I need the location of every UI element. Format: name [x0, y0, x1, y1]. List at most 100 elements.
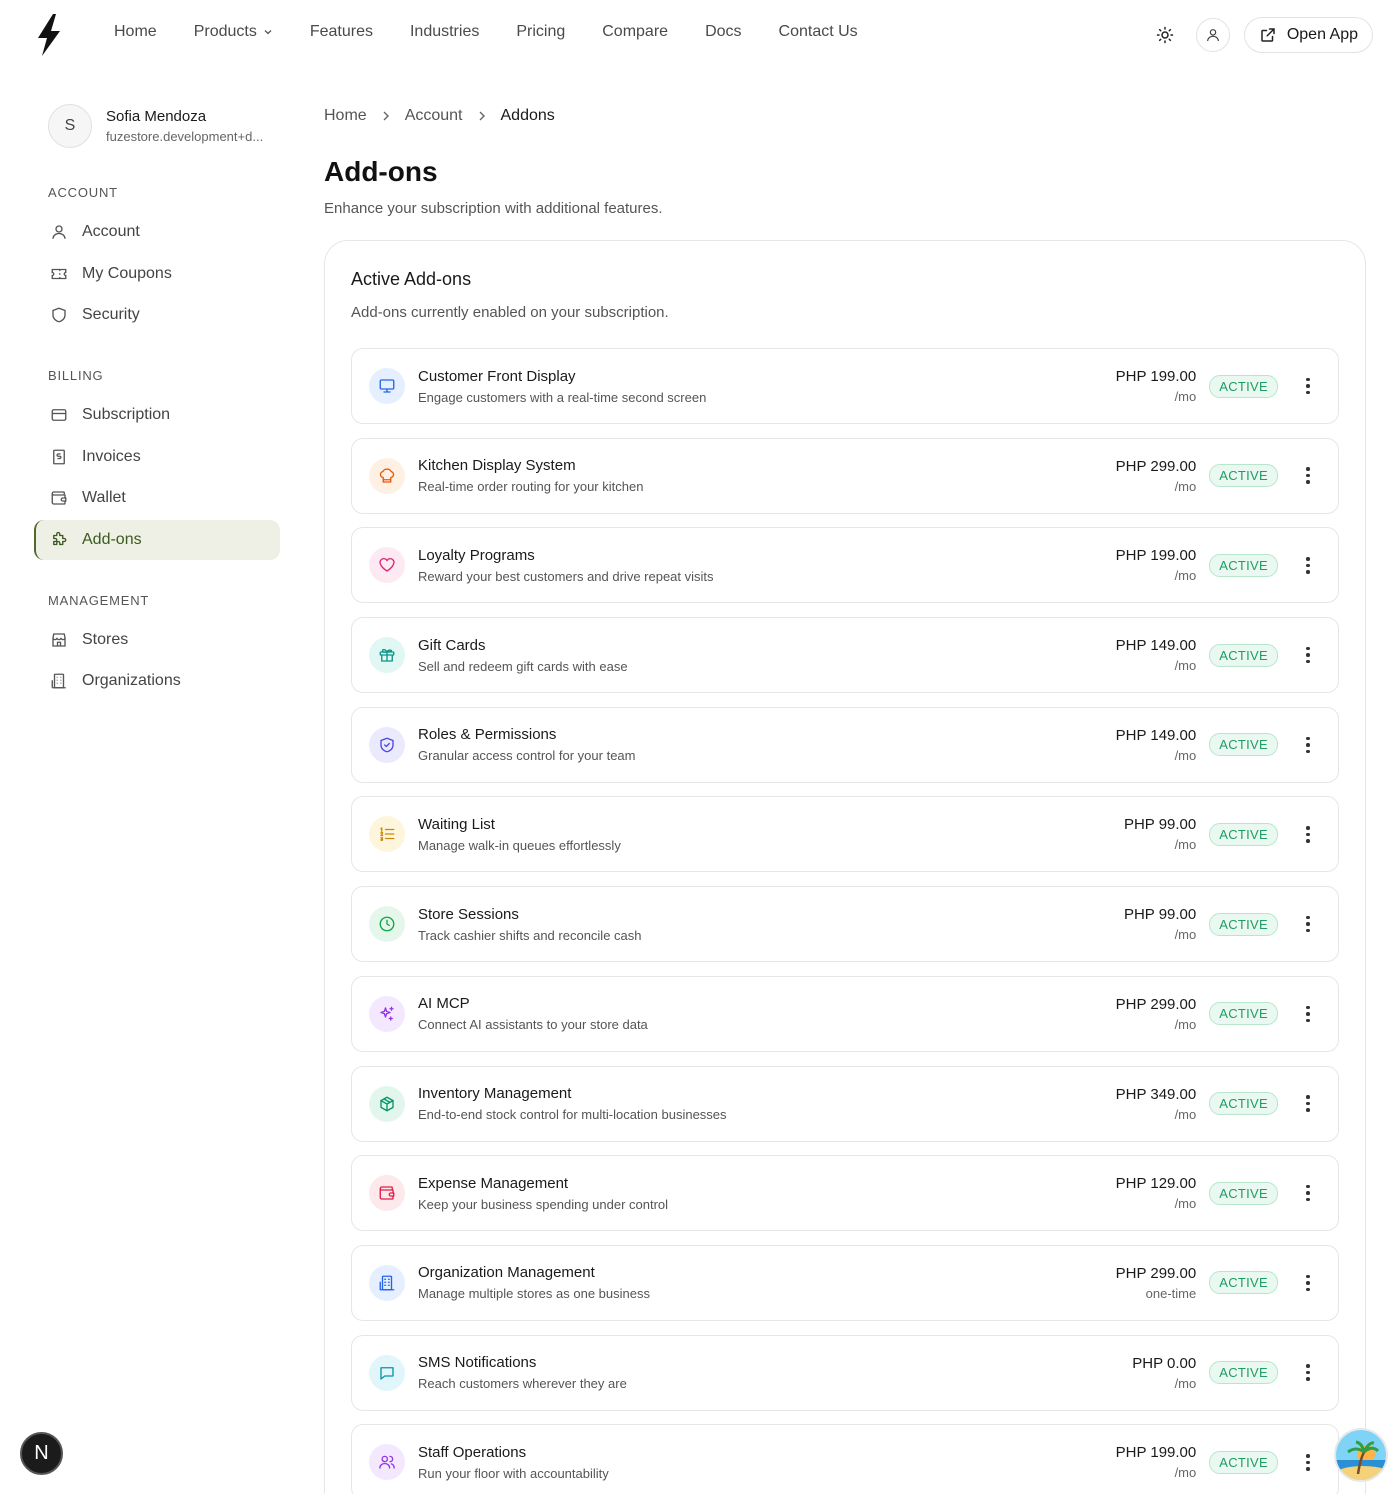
more-options-icon[interactable] [1298, 1181, 1318, 1205]
addon-row: Expense Management Keep your business sp… [351, 1155, 1339, 1232]
more-options-icon[interactable] [1298, 1271, 1318, 1295]
theme-toggle-button[interactable] [1148, 18, 1182, 52]
nav-link-industries[interactable]: Industries [410, 23, 479, 41]
more-options-icon[interactable] [1298, 1361, 1318, 1385]
nav-link-home[interactable]: Home [114, 23, 157, 41]
addon-name: SMS Notifications [418, 1354, 537, 1372]
more-options-icon[interactable] [1298, 1450, 1318, 1474]
more-options-icon[interactable] [1298, 1092, 1318, 1116]
profile-name: Sofia Mendoza [106, 108, 207, 125]
addon-description: Run your floor with accountability [418, 1465, 609, 1481]
message-square-icon [369, 1354, 405, 1391]
status-badge: ACTIVE [1209, 374, 1278, 398]
sidebar-item-organizations[interactable]: Organizations [34, 661, 280, 701]
sidebar-item-label: Stores [82, 630, 129, 648]
sidebar-item-subscription[interactable]: Subscription [34, 395, 280, 435]
addon-price: PHP 129.00 [1115, 1175, 1197, 1193]
addon-price: PHP 299.00 [1115, 457, 1197, 475]
addon-period: /mo [1174, 568, 1197, 584]
wallet-icon [51, 491, 67, 505]
external-link-icon [1261, 28, 1275, 42]
more-options-icon[interactable] [1298, 912, 1318, 936]
addon-description: Granular access control for your team [418, 748, 636, 764]
building-icon [369, 1264, 405, 1301]
sidebar-item-invoices[interactable]: Invoices [34, 437, 280, 477]
addon-period: /mo [1174, 1375, 1197, 1391]
active-addons-card: Active Add-ons Add-ons currently enabled… [324, 240, 1366, 1494]
addon-name: Gift Cards [418, 636, 486, 654]
page-subtitle: Enhance your subscription with additiona… [324, 200, 663, 217]
sidebar-item-account[interactable]: Account [34, 212, 280, 252]
breadcrumb-home[interactable]: Home [324, 107, 367, 125]
addon-period: /mo [1174, 1106, 1197, 1122]
nav-link-compare[interactable]: Compare [602, 23, 668, 41]
more-options-icon[interactable] [1298, 733, 1318, 757]
beach-avatar-icon[interactable] [1334, 1428, 1388, 1482]
status-badge: ACTIVE [1209, 1450, 1278, 1474]
addon-period: /mo [1174, 1196, 1197, 1212]
addon-description: Manage multiple stores as one business [418, 1286, 650, 1302]
addon-price: PHP 199.00 [1115, 547, 1197, 565]
addon-description: End-to-end stock control for multi-locat… [418, 1107, 727, 1122]
status-badge: ACTIVE [1209, 733, 1278, 757]
more-options-icon[interactable] [1298, 374, 1318, 398]
nav-link-products[interactable]: Products [194, 23, 273, 41]
sidebar-item-label: Invoices [82, 447, 141, 465]
ticket-icon [51, 268, 67, 279]
addon-row: Gift Cards Sell and redeem gift cards wi… [351, 617, 1339, 694]
heart-icon [369, 547, 405, 584]
page-title: Add-ons [324, 156, 438, 187]
addon-price: PHP 99.00 [1123, 816, 1197, 834]
sidebar-item-add-ons[interactable]: Add-ons [34, 519, 280, 560]
nav-link-label: Contact Us [778, 23, 858, 40]
more-options-icon[interactable] [1298, 822, 1318, 846]
more-options-icon[interactable] [1298, 553, 1318, 577]
addon-price: PHP 0.00 [1132, 1354, 1197, 1372]
open-app-label: Open App [1286, 26, 1358, 43]
status-badge: ACTIVE [1209, 1092, 1278, 1115]
dev-tools-badge[interactable]: N [20, 1432, 63, 1475]
user-menu-button[interactable] [1195, 18, 1230, 52]
addon-list: Customer Front Display Engage customers … [351, 348, 1339, 1494]
sidebar-item-security[interactable]: Security [34, 295, 280, 335]
addon-description: Connect AI assistants to your store data [418, 1017, 648, 1033]
addon-period: one-time [1145, 1285, 1197, 1301]
nav-link-features[interactable]: Features [310, 23, 373, 41]
addon-price: PHP 299.00 [1115, 1264, 1197, 1282]
addon-price: PHP 149.00 [1115, 726, 1197, 744]
addon-row: Customer Front Display Engage customers … [351, 348, 1339, 424]
nav-link-pricing[interactable]: Pricing [516, 23, 565, 41]
breadcrumb-account[interactable]: Account [405, 107, 463, 125]
addon-row: Kitchen Display System Real-time order r… [351, 437, 1339, 514]
package-icon [369, 1085, 405, 1122]
addon-period: /mo [1174, 1016, 1197, 1032]
receipt-icon [53, 449, 65, 464]
status-badge: ACTIVE [1209, 1361, 1278, 1385]
nav-link-contact-us[interactable]: Contact Us [779, 23, 858, 41]
addon-name: Expense Management [418, 1174, 569, 1192]
addon-name: Roles & Permissions [418, 726, 557, 744]
addon-name: Kitchen Display System [418, 457, 576, 475]
open-app-button[interactable]: Open App [1243, 17, 1373, 53]
sidebar-item-label: Add-ons [82, 530, 142, 548]
addon-row: Loyalty Programs Reward your best custom… [351, 527, 1339, 604]
status-badge: ACTIVE [1209, 553, 1278, 577]
sidebar-item-wallet[interactable]: Wallet [34, 478, 280, 518]
more-options-icon[interactable] [1298, 1002, 1318, 1026]
nav-link-docs[interactable]: Docs [705, 23, 741, 41]
gift-icon [369, 637, 405, 674]
addon-period: /mo [1174, 1465, 1197, 1481]
sidebar-item-my-coupons[interactable]: My Coupons [34, 254, 280, 294]
sidebar-item-stores[interactable]: Stores [34, 620, 280, 660]
addon-row: Staff Operations Run your floor with acc… [351, 1424, 1339, 1494]
lightning-logo-icon[interactable] [34, 14, 64, 56]
user-icon [1206, 29, 1219, 42]
status-badge: ACTIVE [1209, 1271, 1278, 1295]
more-options-icon[interactable] [1298, 464, 1318, 488]
addon-row: Organization Management Manage multiple … [351, 1244, 1339, 1321]
list-ordered-icon [369, 816, 405, 853]
sidebar-item-label: Subscription [82, 406, 171, 423]
nav-link-label: Features [309, 23, 373, 40]
more-options-icon[interactable] [1298, 643, 1318, 667]
addon-row: Store Sessions Track cashier shifts and … [351, 886, 1339, 963]
